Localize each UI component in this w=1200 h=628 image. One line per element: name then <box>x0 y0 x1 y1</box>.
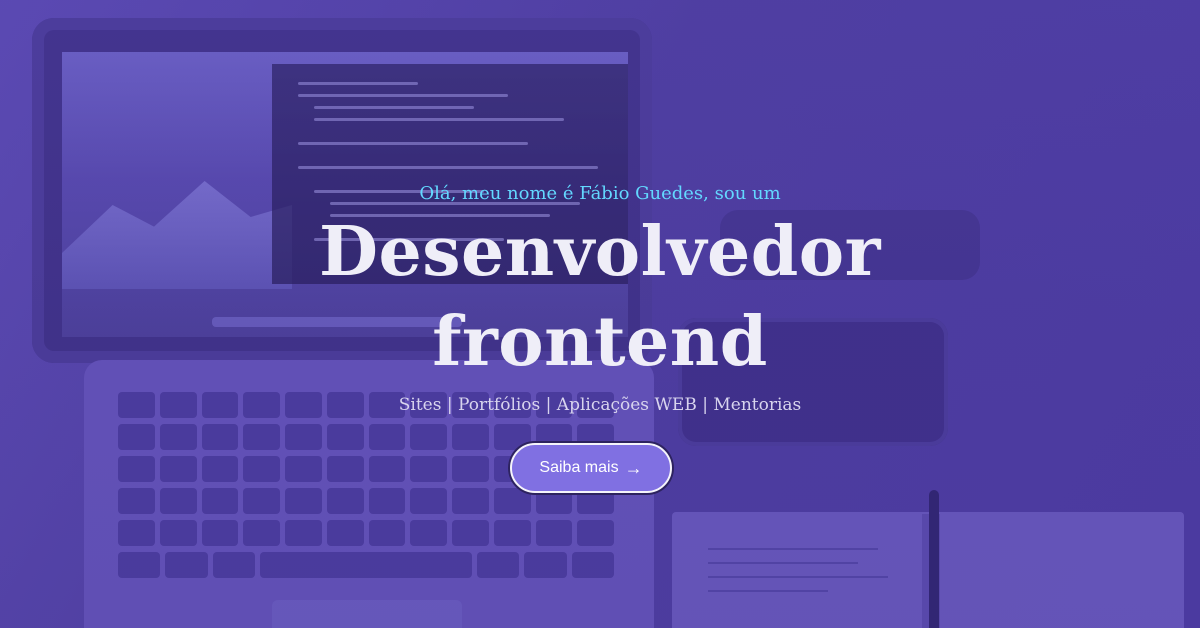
services-text: Sites | Portfólios | Aplicações WEB | Me… <box>398 395 802 415</box>
saiba-mais-button[interactable]: Saiba mais → <box>510 443 672 493</box>
hero-title-line-2: frontend <box>432 302 768 382</box>
intro-text: Olá, meu nome é Fábio Guedes, sou um <box>419 183 781 204</box>
arrow-right-icon: → <box>624 458 643 478</box>
hero-title-line-1: Desenvolvedor <box>319 212 881 292</box>
hero-content: Olá, meu nome é Fábio Guedes, sou um Des… <box>0 0 1200 628</box>
saiba-mais-label: Saiba mais <box>539 459 619 476</box>
